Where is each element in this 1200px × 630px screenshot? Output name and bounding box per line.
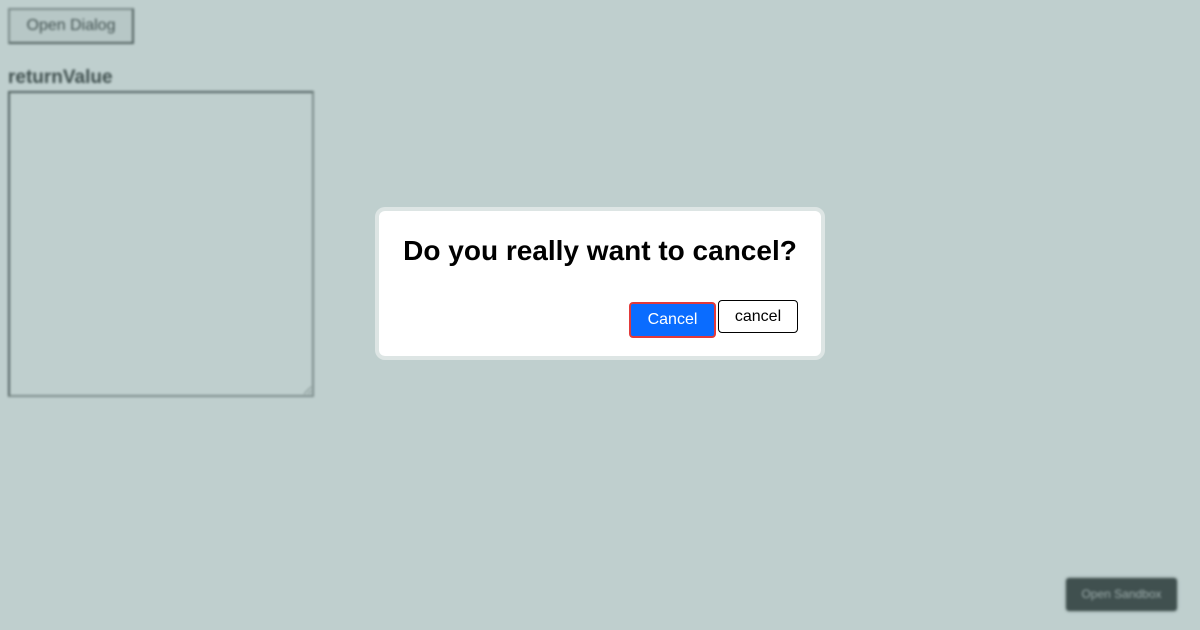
dialog-title: Do you really want to cancel?: [403, 235, 797, 266]
dialog-cancel-secondary-button[interactable]: cancel: [718, 300, 798, 333]
cancel-confirm-dialog: Do you really want to cancel? Cancel can…: [375, 207, 825, 360]
dialog-cancel-primary-button[interactable]: Cancel: [629, 302, 716, 338]
